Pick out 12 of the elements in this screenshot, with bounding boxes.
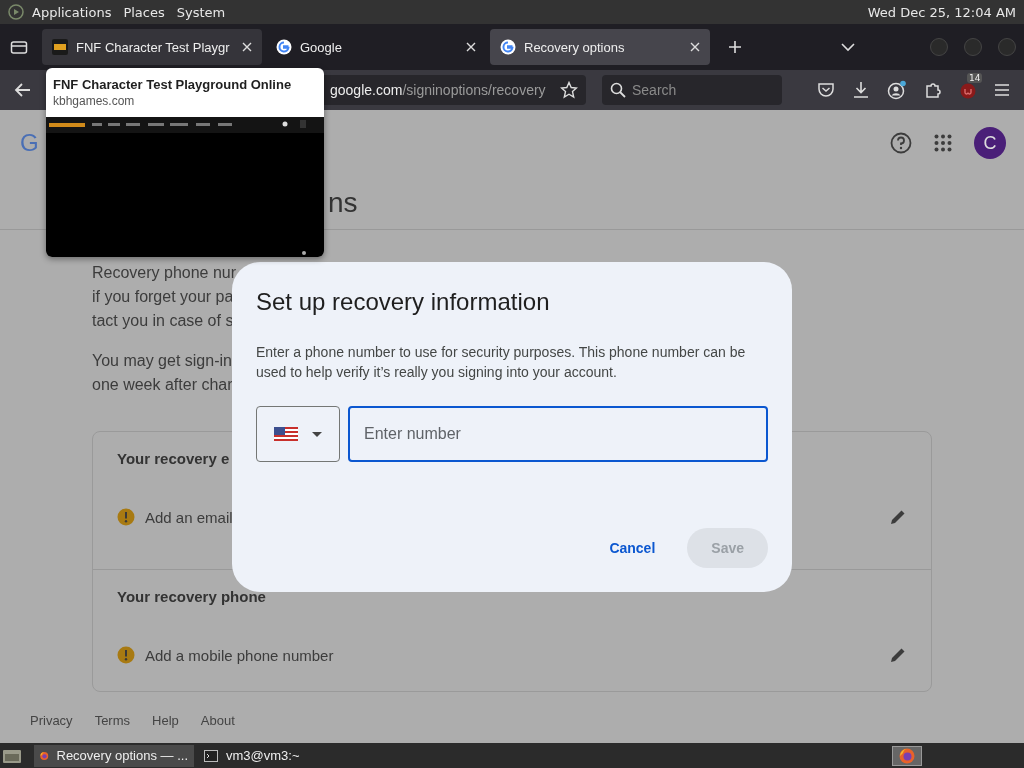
preview-title: FNF Character Test Playground Online [53, 76, 293, 93]
count-badge: 14 [967, 73, 983, 83]
paragraph-line: if you forget your pa [92, 287, 234, 307]
paragraph-line: You may get sign-in [92, 351, 232, 371]
dialog-title: Set up recovery information [256, 287, 551, 317]
section-heading: Your recovery e [117, 449, 230, 469]
page-title: ns [328, 186, 358, 219]
paragraph-line: Recovery phone nur [92, 263, 237, 283]
preview-domain: kbhgames.com [53, 93, 136, 109]
dialog-text: Enter a phone number to use for security purposes. This phone number can be used to help verify it’s really you signing into your account. [256, 343, 747, 382]
section-heading: Your recovery phone [117, 587, 266, 607]
paragraph-line: one week after char [92, 375, 233, 395]
